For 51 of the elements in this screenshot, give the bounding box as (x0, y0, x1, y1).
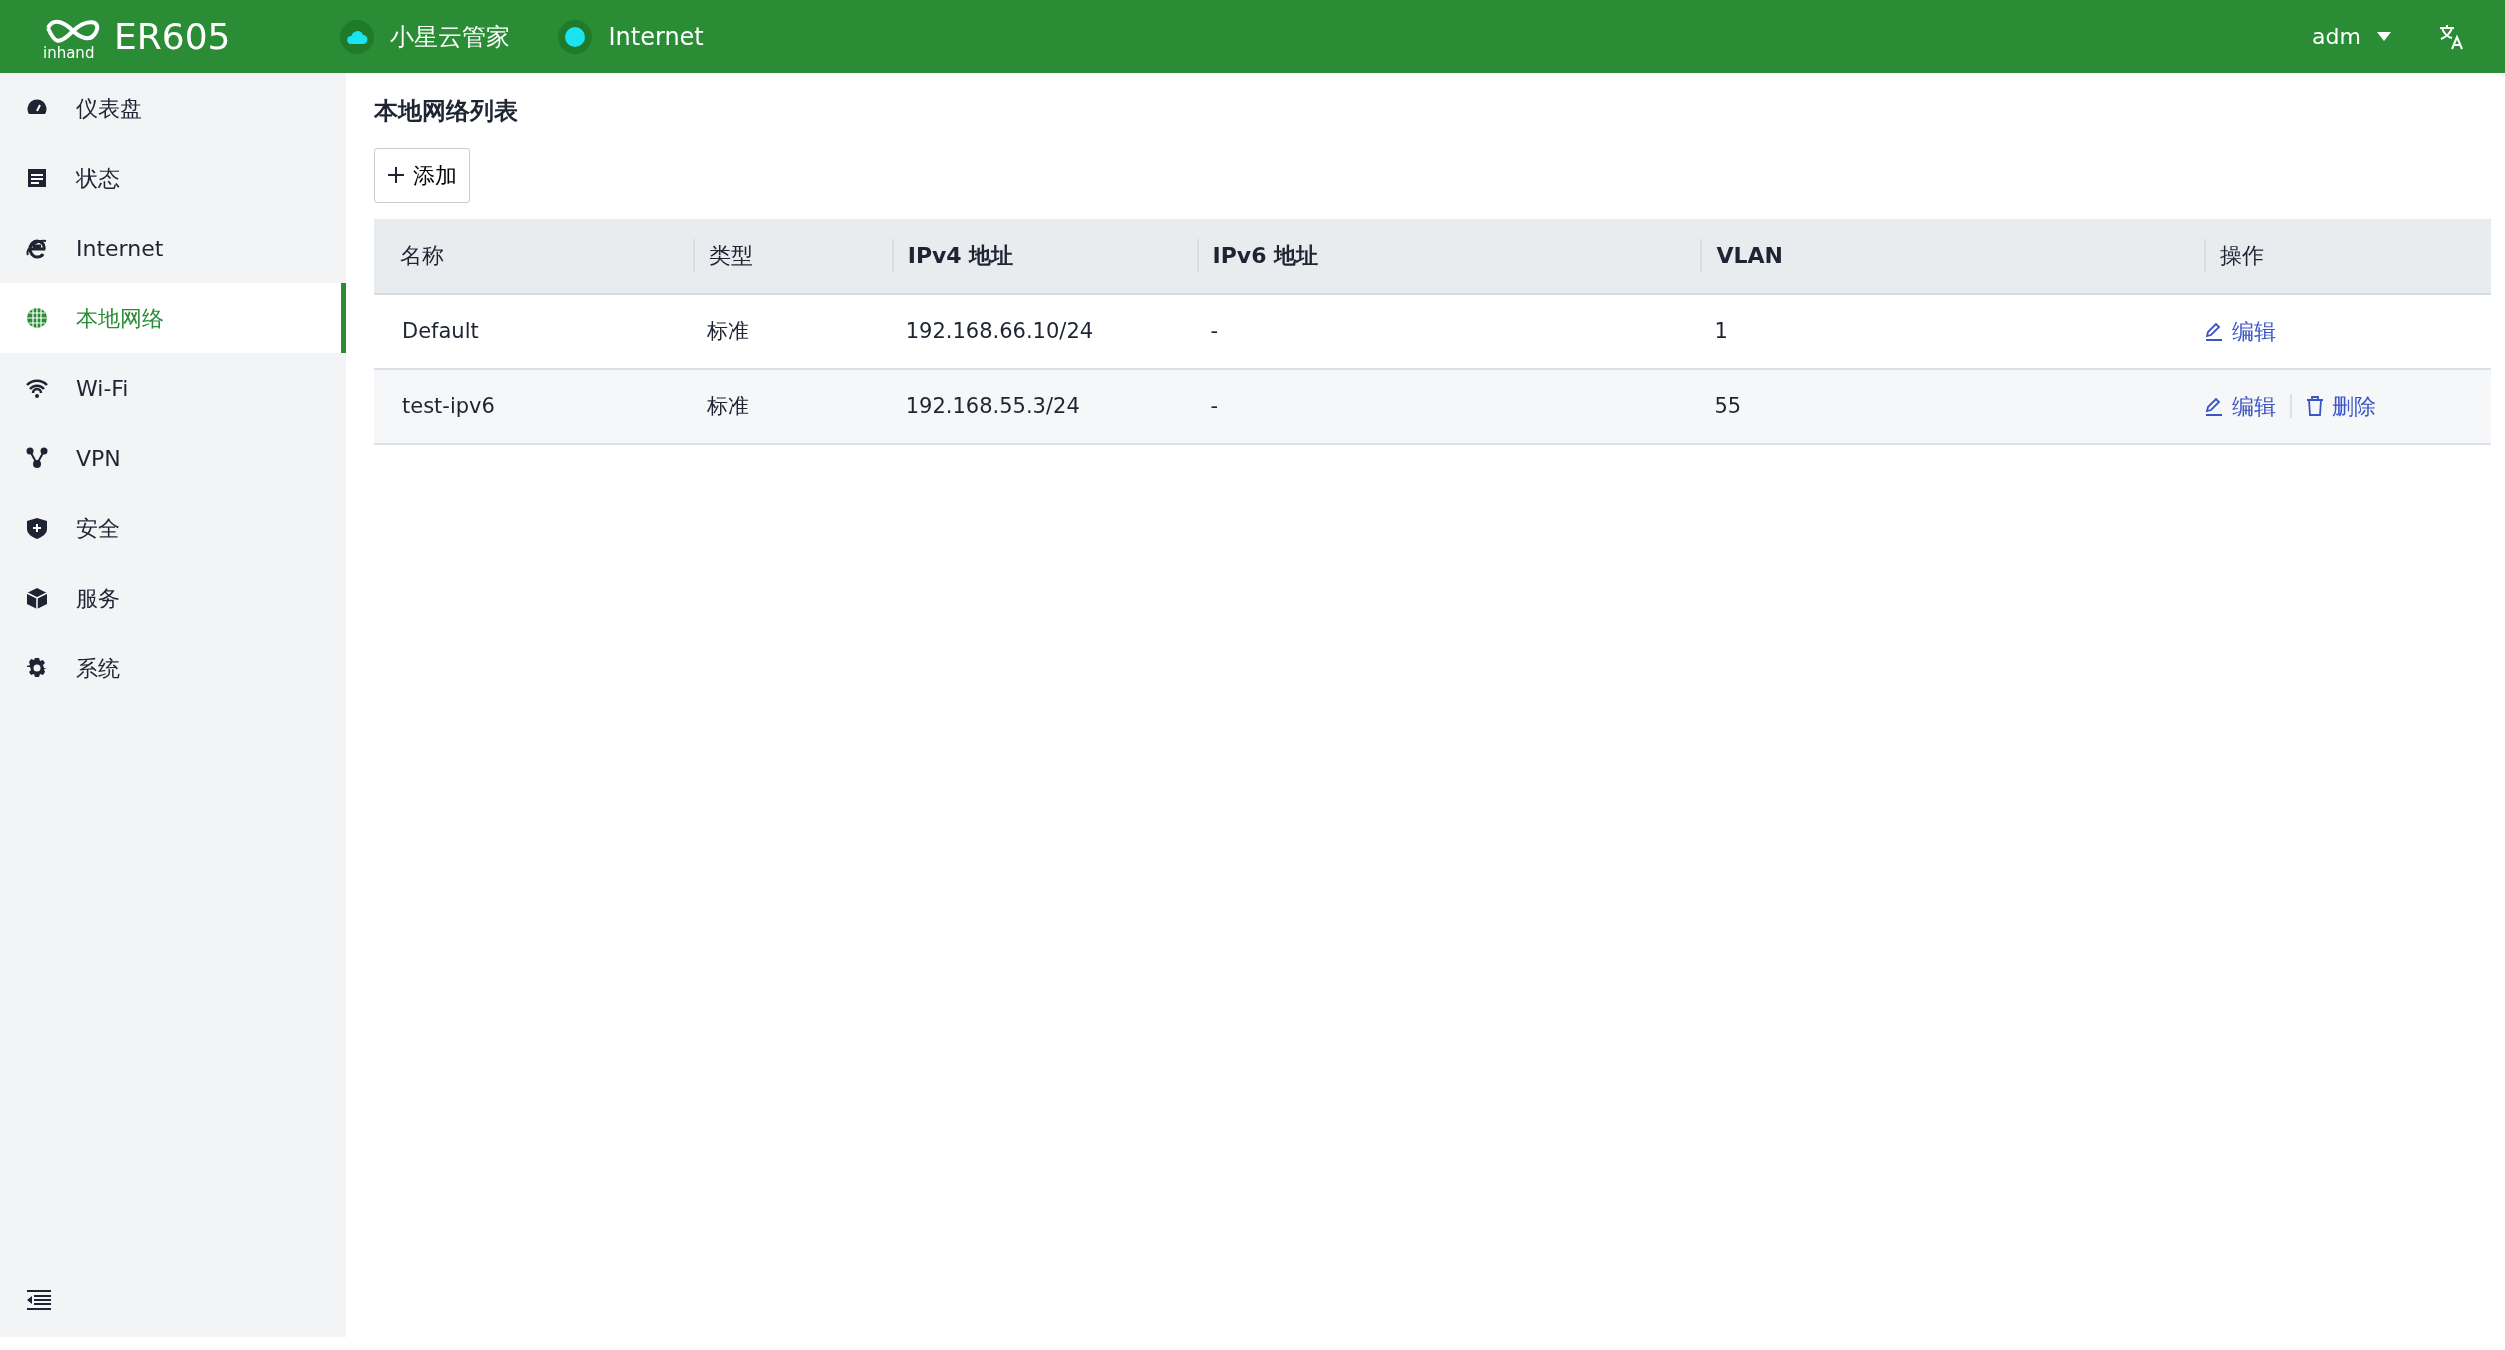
add-button[interactable]: 添加 (374, 147, 470, 203)
column-header: IPv4 地址 (891, 239, 1165, 273)
table-cell: 192.168.55.3/24 (905, 393, 1080, 418)
wifi-icon (26, 377, 48, 399)
cube-icon (26, 587, 48, 609)
pencil-icon (2204, 321, 2225, 342)
table-cell: 标准 (706, 393, 749, 418)
edit-link[interactable]: 编辑 (2204, 389, 2277, 423)
document-icon (26, 167, 48, 189)
column-header: IPv6 地址 (1196, 239, 1669, 273)
page-title: 本地网络列表 (374, 97, 519, 126)
caret-icon (2377, 32, 2391, 41)
table-cell: - (1210, 393, 1219, 418)
sidebar-item[interactable]: 状态 (0, 143, 346, 213)
status-label: Internet (608, 21, 704, 53)
sidebar-item[interactable]: Wi-Fi (0, 353, 346, 423)
column-header: 名称 (399, 242, 445, 271)
table-cell: 标准 (706, 318, 749, 343)
cloud-icon (346, 28, 369, 45)
settings-icon (26, 657, 48, 679)
plus-icon (387, 166, 405, 185)
table-cell: 192.168.66.10/24 (905, 318, 1094, 343)
collapse-menu-icon[interactable] (26, 1288, 52, 1311)
edit-link[interactable]: 编辑 (2204, 314, 2277, 348)
sidebar-item[interactable]: VPN (0, 423, 346, 493)
sidebar-item[interactable]: 本地网络 (0, 283, 346, 353)
table-cell: test-ipv6 (402, 393, 495, 418)
trash-icon (2306, 396, 2325, 417)
product-name: ER605 (114, 14, 231, 59)
network-nodes-icon (26, 447, 48, 469)
shield-icon (26, 517, 48, 539)
table-cell: - (1210, 318, 1219, 343)
column-header: VLAN (1700, 239, 2173, 273)
table-cell: 1 (1714, 318, 1728, 343)
globe-icon (26, 307, 48, 329)
column-header: 操作 (2204, 239, 2475, 273)
pencil-icon (2204, 396, 2225, 417)
delete-link[interactable]: 删除 (2306, 389, 2377, 423)
sidebar-item[interactable]: 系统 (0, 633, 346, 703)
sidebar-item[interactable]: 服务 (0, 563, 346, 633)
user-menu[interactable]: adm (2312, 20, 2391, 53)
column-header: 类型 (692, 239, 860, 273)
browser-e-icon (26, 237, 48, 259)
language-icon[interactable] (2439, 23, 2465, 50)
table-cell: Default (402, 318, 479, 343)
table-cell: 55 (1714, 393, 1742, 418)
status-label: 小星云管家 (390, 21, 511, 53)
sidebar-item[interactable]: Internet (0, 213, 346, 283)
status-dot-icon (565, 26, 586, 47)
sidebar-item[interactable]: 安全 (0, 493, 346, 563)
sidebar-item[interactable]: 仪表盘 (0, 73, 346, 143)
